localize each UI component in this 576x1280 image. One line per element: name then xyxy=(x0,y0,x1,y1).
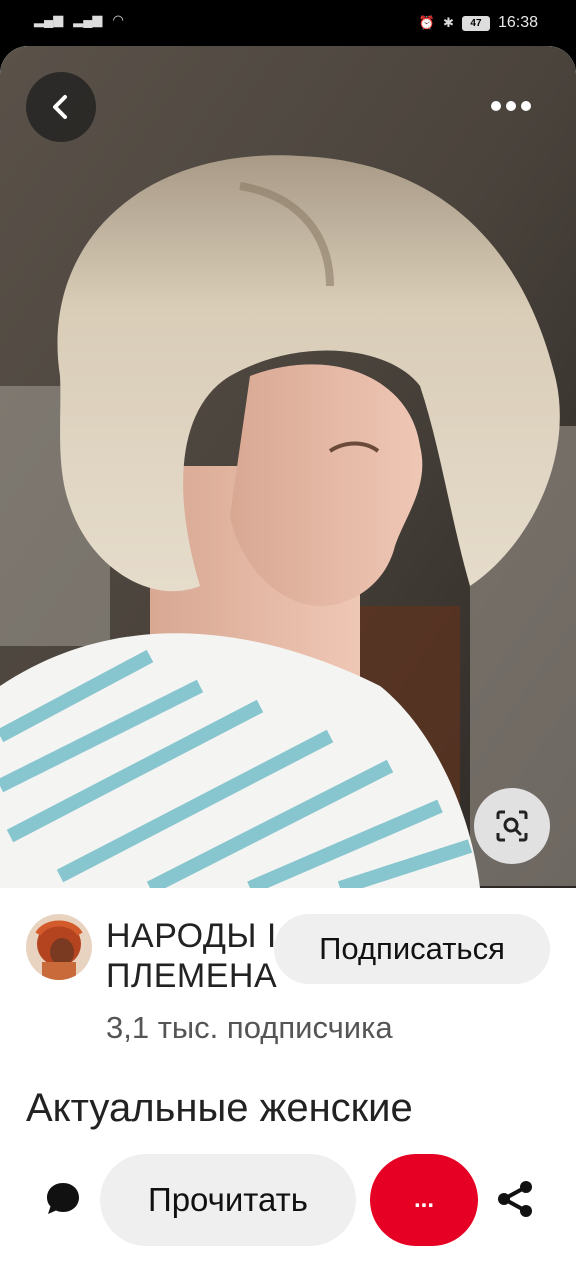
status-bar: ▂▄▆ ▂▄▆ ◠ ⏰ ✱ 47 16:38 xyxy=(0,0,576,46)
share-button[interactable] xyxy=(492,1176,538,1222)
follower-count: 3,1 тыс. подписчика xyxy=(106,1010,393,1045)
creator-section: НАРОДЫ І ЭТНОС. ПЛЕМЕНА 3,1 тыс. подписч… xyxy=(0,888,576,1158)
avatar-image xyxy=(26,914,92,980)
share-icon xyxy=(498,1181,532,1217)
follow-button[interactable]: Подписаться xyxy=(274,914,550,984)
signal-icon: ▂▄▆ xyxy=(34,12,64,27)
pin-title: Актуальные женские xyxy=(26,1086,413,1130)
bluetooth-icon: ✱ xyxy=(443,15,454,30)
read-button[interactable]: Прочитать xyxy=(100,1154,356,1246)
signal-icon-2: ▂▄▆ xyxy=(73,12,103,27)
more-horizontal-icon xyxy=(491,101,531,111)
pin-image[interactable] xyxy=(0,46,576,888)
action-bar: Прочитать ... xyxy=(0,1136,576,1280)
pin-photo-illustration xyxy=(0,46,576,888)
more-options-button[interactable] xyxy=(476,76,546,136)
visual-search-button[interactable] xyxy=(474,788,550,864)
comment-button[interactable] xyxy=(40,1176,86,1222)
wifi-icon: ◠ xyxy=(112,12,124,27)
status-right: ⏰ ✱ 47 16:38 xyxy=(419,14,538,32)
alarm-icon: ⏰ xyxy=(418,15,436,30)
creator-avatar[interactable] xyxy=(26,914,92,980)
comment-bubble-icon xyxy=(47,1183,79,1214)
status-time: 16:38 xyxy=(497,14,538,31)
status-left: ▂▄▆ ▂▄▆ ◠ xyxy=(34,12,124,28)
save-more-button[interactable]: ... xyxy=(370,1154,478,1246)
chevron-left-icon xyxy=(53,95,67,119)
back-button[interactable] xyxy=(26,72,96,142)
battery-indicator: 47 xyxy=(461,15,490,31)
visual-search-icon xyxy=(496,810,528,842)
pin-screen: НАРОДЫ І ЭТНОС. ПЛЕМЕНА 3,1 тыс. подписч… xyxy=(0,46,576,1280)
